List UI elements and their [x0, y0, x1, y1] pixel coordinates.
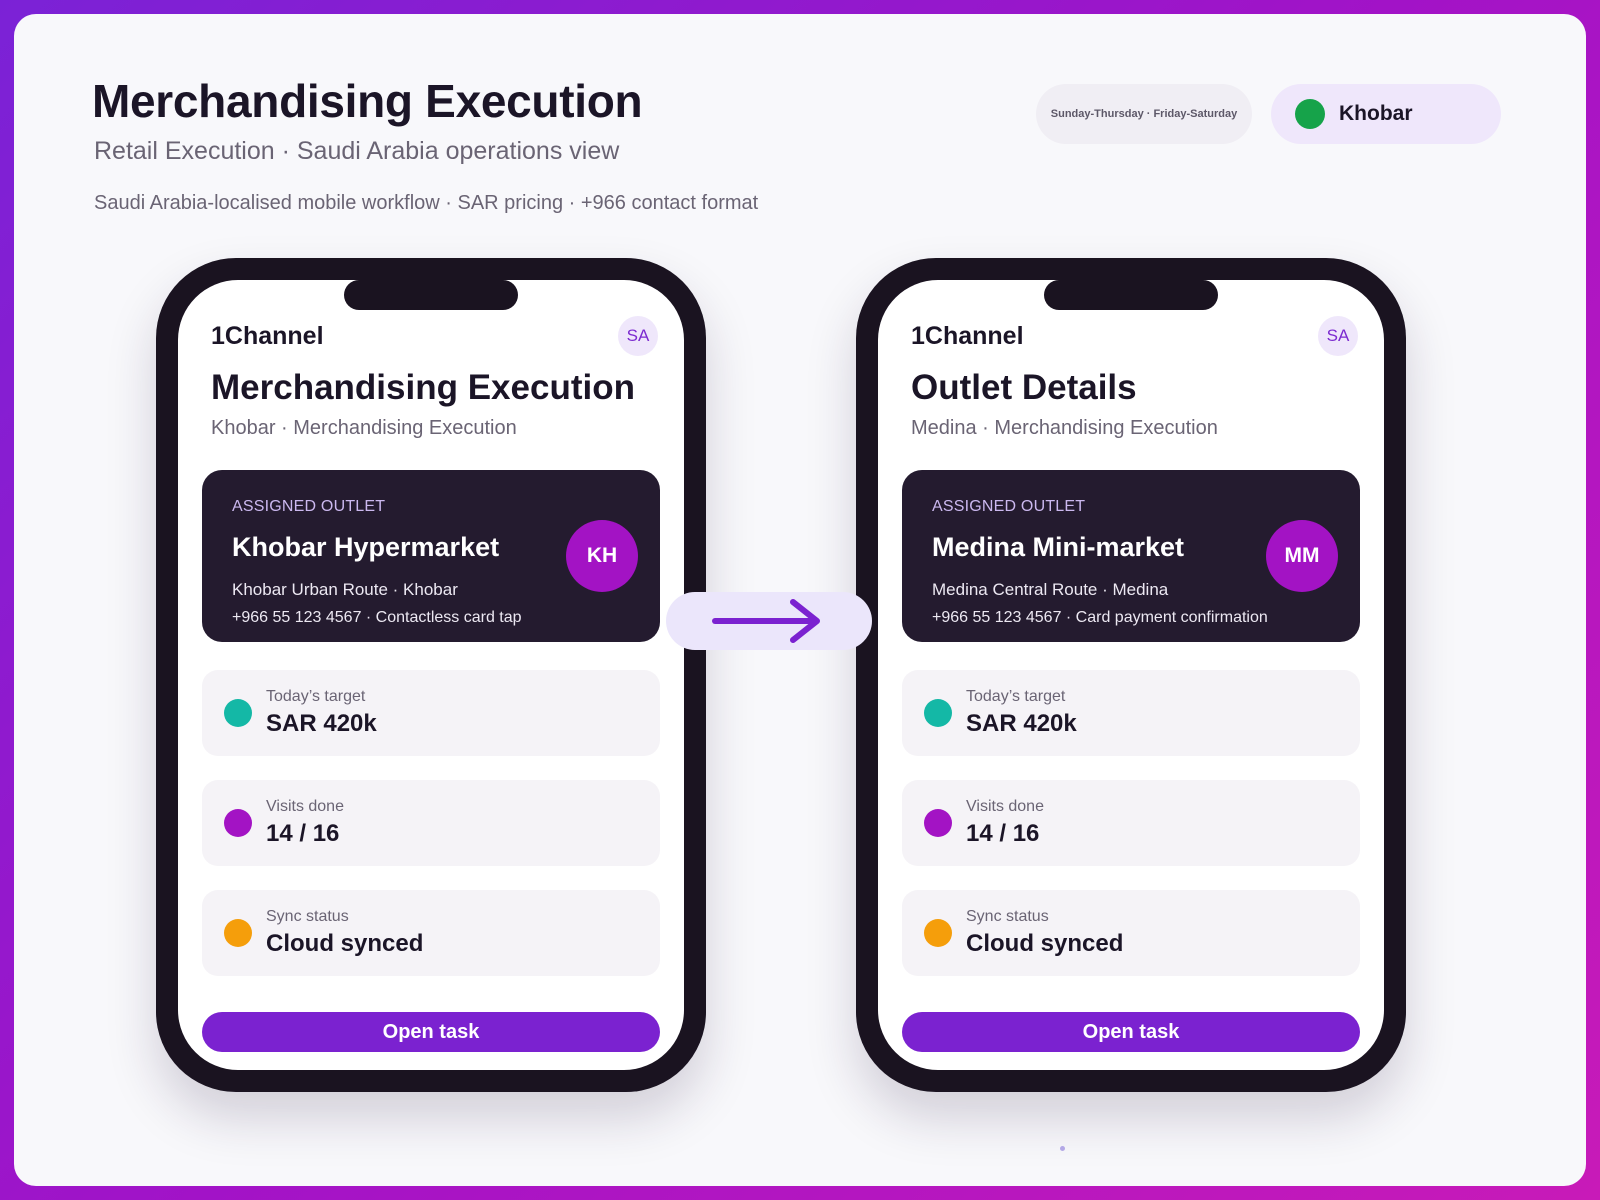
screen-title: Outlet Details: [911, 368, 1137, 407]
outlet-route: Medina Central Route · Medina: [932, 580, 1169, 599]
stat-value: SAR 420k: [966, 710, 1077, 737]
target-dot-icon: [224, 699, 252, 727]
status-dot-icon: [1295, 99, 1325, 129]
screen-subtitle: Medina · Merchandising Execution: [911, 417, 1218, 439]
phone-screen: 1Channel SA Outlet Details Medina · Merc…: [878, 280, 1384, 1070]
language-badge[interactable]: SA: [618, 316, 658, 356]
target-dot-icon: [924, 699, 952, 727]
stat-visits: Visits done 14 / 16: [202, 780, 660, 866]
phone-mockup-left: 1Channel SA Merchandising Execution Khob…: [156, 258, 706, 1092]
brand-name: 1Channel: [211, 322, 324, 350]
phone-notch: [1044, 280, 1218, 310]
phone-mockup-right: 1Channel SA Outlet Details Medina · Merc…: [856, 258, 1406, 1092]
outlet-card[interactable]: ASSIGNED OUTLET Khobar Hypermarket Khoba…: [202, 470, 660, 642]
stat-target: Today’s target SAR 420k: [202, 670, 660, 756]
arrow-right-icon: [712, 599, 820, 643]
city-label: Khobar: [1339, 102, 1413, 125]
stat-label: Visits done: [966, 798, 1044, 815]
flow-arrow: [666, 592, 872, 650]
stat-label: Today’s target: [966, 688, 1066, 705]
outlet-route: Khobar Urban Route · Khobar: [232, 580, 458, 599]
stat-target: Today’s target SAR 420k: [902, 670, 1360, 756]
outlet-avatar: MM: [1266, 520, 1338, 592]
sync-dot-icon: [224, 919, 252, 947]
sync-dot-icon: [924, 919, 952, 947]
stat-label: Today’s target: [266, 688, 366, 705]
stat-label: Visits done: [266, 798, 344, 815]
page-subtitle: Retail Execution · Saudi Arabia operatio…: [94, 137, 620, 165]
city-selector[interactable]: Khobar: [1271, 84, 1501, 144]
phone-screen: 1Channel SA Merchandising Execution Khob…: [178, 280, 684, 1070]
outlet-kicker: ASSIGNED OUTLET: [232, 498, 386, 515]
stat-label: Sync status: [266, 908, 349, 925]
screen-subtitle: Khobar · Merchandising Execution: [211, 417, 517, 439]
outlet-name: Khobar Hypermarket: [232, 532, 500, 562]
open-task-button[interactable]: Open task: [202, 1012, 660, 1052]
outlet-contact: +966 55 123 4567 · Contactless card tap: [232, 609, 522, 626]
outlet-contact: +966 55 123 4567 · Card payment confirma…: [932, 609, 1268, 626]
screen-title: Merchandising Execution: [211, 368, 635, 407]
page-indicator-dot: [1060, 1146, 1065, 1151]
visits-dot-icon: [224, 809, 252, 837]
brand-name: 1Channel: [911, 322, 1024, 350]
stat-value: Cloud synced: [966, 930, 1124, 957]
outlet-kicker: ASSIGNED OUTLET: [932, 498, 1086, 515]
schedule-pill[interactable]: Sunday-Thursday · Friday-Saturday: [1036, 84, 1252, 144]
visits-dot-icon: [924, 809, 952, 837]
stat-value: SAR 420k: [266, 710, 377, 737]
page-meta: Saudi Arabia-localised mobile workflow ·…: [94, 192, 759, 214]
language-badge[interactable]: SA: [1318, 316, 1358, 356]
open-task-button[interactable]: Open task: [902, 1012, 1360, 1052]
page-title: Merchandising Execution: [92, 75, 643, 127]
stat-value: 14 / 16: [966, 820, 1040, 847]
outlet-name: Medina Mini-market: [932, 532, 1185, 562]
stat-sync: Sync status Cloud synced: [202, 890, 660, 976]
stat-visits: Visits done 14 / 16: [902, 780, 1360, 866]
stat-value: 14 / 16: [266, 820, 340, 847]
stat-sync: Sync status Cloud synced: [902, 890, 1360, 976]
phone-notch: [344, 280, 518, 310]
stat-label: Sync status: [966, 908, 1049, 925]
outlet-avatar: KH: [566, 520, 638, 592]
outlet-card[interactable]: ASSIGNED OUTLET Medina Mini-market Medin…: [902, 470, 1360, 642]
stat-value: Cloud synced: [266, 930, 424, 957]
